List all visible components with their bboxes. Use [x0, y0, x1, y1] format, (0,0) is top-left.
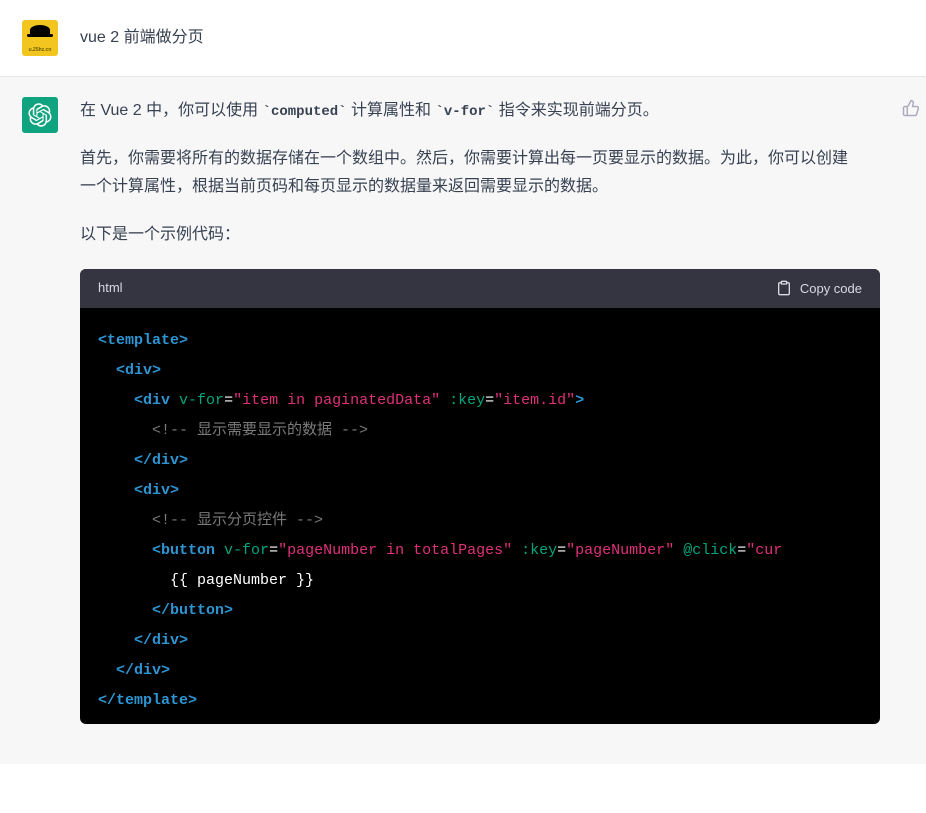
assistant-paragraph-2: 首先，你需要将所有的数据存储在一个数组中。然后，你需要计算出每一页要显示的数据。…: [80, 145, 860, 201]
user-message: u.25hz.cn vue 2 前端做分页: [0, 0, 926, 76]
feedback-toolbar: [902, 97, 926, 724]
code-block: html Copy code <template> <div> <div v-f…: [80, 269, 880, 724]
user-avatar: u.25hz.cn: [22, 20, 58, 56]
avatar-caption: u.25hz.cn: [29, 47, 52, 53]
code-content[interactable]: <template> <div> <div v-for="item in pag…: [80, 308, 880, 724]
hat-brim-icon: [27, 34, 53, 37]
user-message-text: vue 2 前端做分页: [80, 20, 926, 56]
assistant-message-content: 在 Vue 2 中，你可以使用 `computed` 计算属性和 `v-for`…: [80, 97, 880, 724]
assistant-paragraph-3: 以下是一个示例代码：: [80, 221, 860, 249]
clipboard-icon: [776, 280, 792, 296]
inline-code-computed: `computed`: [263, 104, 347, 120]
copy-label: Copy code: [800, 281, 862, 296]
copy-code-button[interactable]: Copy code: [776, 280, 862, 296]
code-language-label: html: [98, 277, 123, 300]
openai-logo-icon: [28, 103, 52, 127]
assistant-message: 在 Vue 2 中，你可以使用 `computed` 计算属性和 `v-for`…: [0, 76, 926, 764]
assistant-paragraph-1: 在 Vue 2 中，你可以使用 `computed` 计算属性和 `v-for`…: [80, 97, 860, 125]
inline-code-vfor: `v-for`: [435, 104, 494, 120]
thumbs-up-icon[interactable]: [902, 99, 920, 117]
code-header: html Copy code: [80, 269, 880, 308]
assistant-avatar: [22, 97, 58, 133]
